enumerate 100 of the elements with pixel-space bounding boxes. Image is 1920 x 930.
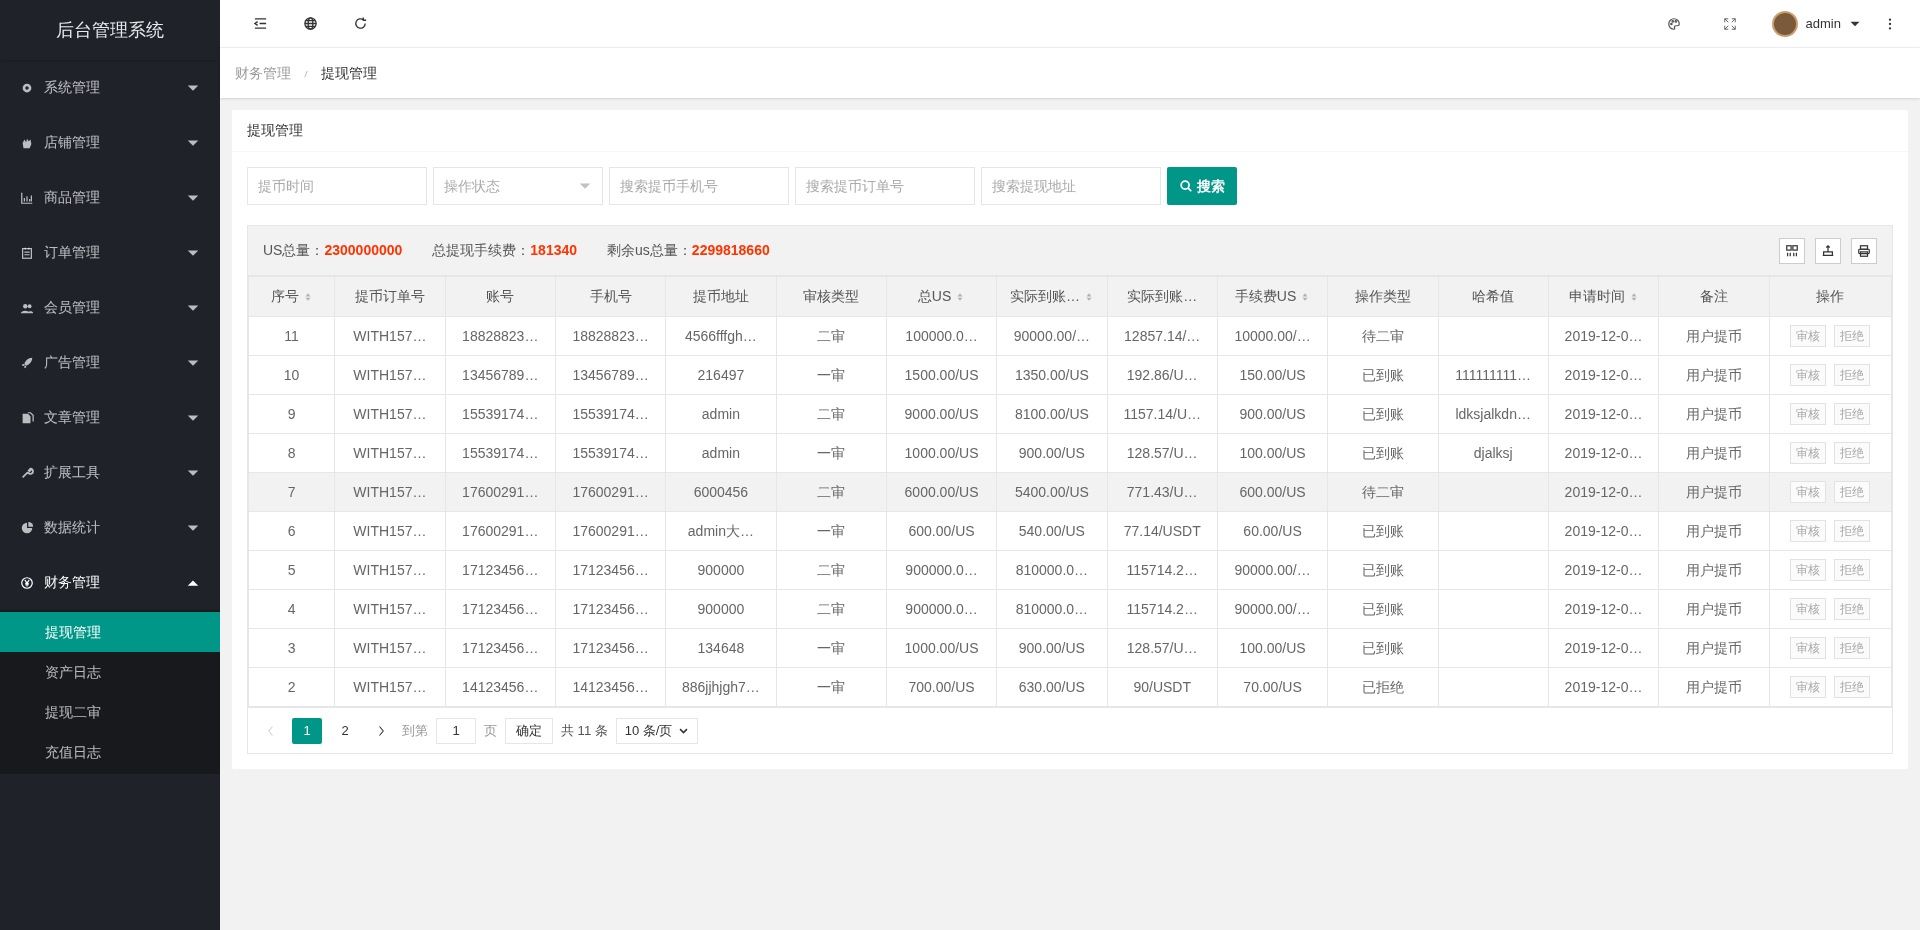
table-cell: 已到账 (1361, 639, 1404, 656)
card-title: 提现管理 (247, 121, 303, 140)
column-header[interactable]: 总US (886, 276, 997, 317)
table-cell: 10 (283, 366, 300, 383)
menu-item[interactable]: 文章管理 (0, 390, 220, 445)
export-icon (1821, 243, 1835, 258)
table-cell: 17600291… (572, 522, 649, 539)
input-field[interactable]: 搜索提币订单号 (795, 167, 975, 205)
menu-item[interactable]: 会员管理 (0, 280, 220, 335)
menu-item[interactable]: 广告管理 (0, 335, 220, 390)
menu-item[interactable]: 店铺管理 (0, 115, 220, 170)
table-cell: WITH157… (353, 600, 427, 617)
page-input[interactable]: 1 (436, 717, 476, 744)
table-cell: 二审 (817, 483, 846, 500)
bar-chart-icon (20, 190, 34, 205)
table-cell: WITH157… (353, 444, 427, 461)
table-cell: 630.00/US (1018, 678, 1085, 695)
table-cell: 100.00/US (1239, 639, 1306, 656)
input-field[interactable]: 搜索提现地址 (981, 167, 1161, 205)
table-cell: 1500.00/US (904, 366, 979, 383)
menu-item[interactable]: 数据统计 (0, 500, 220, 555)
table-cell: 17600291… (572, 483, 649, 500)
yen-icon (20, 575, 34, 590)
table-cell: 3 (287, 639, 296, 656)
goto-label: 到第 (402, 721, 428, 740)
toolbar-button[interactable] (1815, 237, 1841, 264)
table-cell: 9000.00/US (904, 405, 979, 422)
table-cell: 2019-12-0… (1564, 522, 1643, 539)
menu-item[interactable]: 财务管理 (0, 555, 220, 610)
table-cell: 已到账 (1361, 600, 1404, 617)
column-label: 申请时间 (1568, 287, 1625, 306)
table-cell: 6000.00/US (904, 483, 979, 500)
submenu-item[interactable]: 充值日志 (0, 732, 220, 772)
column-header[interactable]: 实际到账… (996, 276, 1108, 317)
table-cell: 13456789… (462, 366, 539, 383)
refresh-icon[interactable] (352, 16, 368, 31)
table-cell: 700.00/US (908, 678, 975, 695)
input-field[interactable]: 提币时间 (247, 167, 427, 205)
fullscreen-icon[interactable] (1722, 16, 1737, 31)
page-size-select[interactable]: 10 条/页 (615, 717, 699, 744)
menu-item[interactable]: 商品管理 (0, 170, 220, 225)
collapse-menu-icon[interactable] (252, 16, 268, 31)
input-field[interactable]: 搜索提币手机号 (609, 167, 789, 205)
submenu-item[interactable]: 资产日志 (0, 652, 220, 692)
page-button[interactable]: 1 (292, 717, 322, 744)
table-cell: 一审 (817, 678, 846, 695)
table-cell: 用户提币 (1685, 444, 1742, 461)
table-cell: 90000.00/… (1234, 600, 1311, 617)
menu-item[interactable]: 扩展工具 (0, 445, 220, 500)
table-cell: 用户提币 (1685, 405, 1742, 422)
table-cell: 15539174… (462, 405, 539, 422)
column-label: 序号 (270, 287, 299, 306)
column-header[interactable]: 申请时间 (1548, 276, 1659, 317)
table-cell: WITH157… (353, 405, 427, 422)
column-label: 提币订单号 (354, 287, 425, 306)
column-header[interactable]: 序号 (248, 276, 335, 317)
toolbar-button[interactable] (1779, 237, 1805, 264)
column-label: 哈希值 (1472, 287, 1515, 306)
table-cell: 4 (287, 600, 296, 617)
palette-icon[interactable] (1666, 16, 1681, 31)
globe-icon[interactable] (302, 16, 318, 31)
submenu-item[interactable]: 提现二审 (0, 692, 220, 732)
confirm-button[interactable]: 确定 (505, 717, 553, 744)
table-cell: WITH157… (353, 678, 427, 695)
table-cell: 用户提币 (1685, 600, 1742, 617)
column-label: 操作 (1816, 287, 1845, 306)
table-cell: 900.00/US (1239, 405, 1306, 422)
table-cell: 5 (287, 561, 296, 578)
avatar (1771, 10, 1798, 37)
table-cell: 900.00/US (1018, 639, 1085, 656)
user-menu[interactable]: admin (1771, 10, 1861, 37)
submenu-item[interactable]: 提现管理 (0, 612, 220, 652)
table-cell: 6000456 (693, 483, 749, 500)
column-header[interactable]: 手续费US (1217, 276, 1328, 317)
menu-item[interactable]: 系统管理 (0, 60, 220, 115)
table-cell: 用户提币 (1685, 522, 1742, 539)
menu-item[interactable]: 订单管理 (0, 225, 220, 280)
table-cell: 一审 (817, 639, 846, 656)
table-cell: 1000.00/US (904, 444, 979, 461)
table-cell: 2019-12-0… (1564, 678, 1643, 695)
table-cell: admin (701, 444, 740, 461)
stat-label: US总量： (263, 241, 325, 260)
table-cell: 17600291… (462, 483, 539, 500)
search-button[interactable]: 搜索 (1167, 167, 1237, 205)
stat-value: 181340 (530, 241, 578, 260)
page-button[interactable]: 2 (330, 717, 360, 744)
table-cell: 900000 (697, 561, 745, 578)
column-label: 手机号 (589, 287, 632, 306)
table-cell: 2019-12-0… (1564, 561, 1643, 578)
table-cell: 1350.00/US (1014, 366, 1089, 383)
table-cell: 6 (287, 522, 296, 539)
column-label: 备注 (1699, 287, 1728, 306)
table-cell: 2019-12-0… (1564, 366, 1643, 383)
table-cell: 5400.00/US (1014, 483, 1089, 500)
table-cell: 771.43/U… (1126, 483, 1198, 500)
table-cell: 一审 (817, 366, 846, 383)
toolbar-button[interactable] (1851, 237, 1877, 264)
total-count: 共 11 条 (561, 721, 608, 740)
table-cell: 1157.14/U… (1123, 405, 1201, 422)
table-cell: 8 (287, 444, 296, 461)
